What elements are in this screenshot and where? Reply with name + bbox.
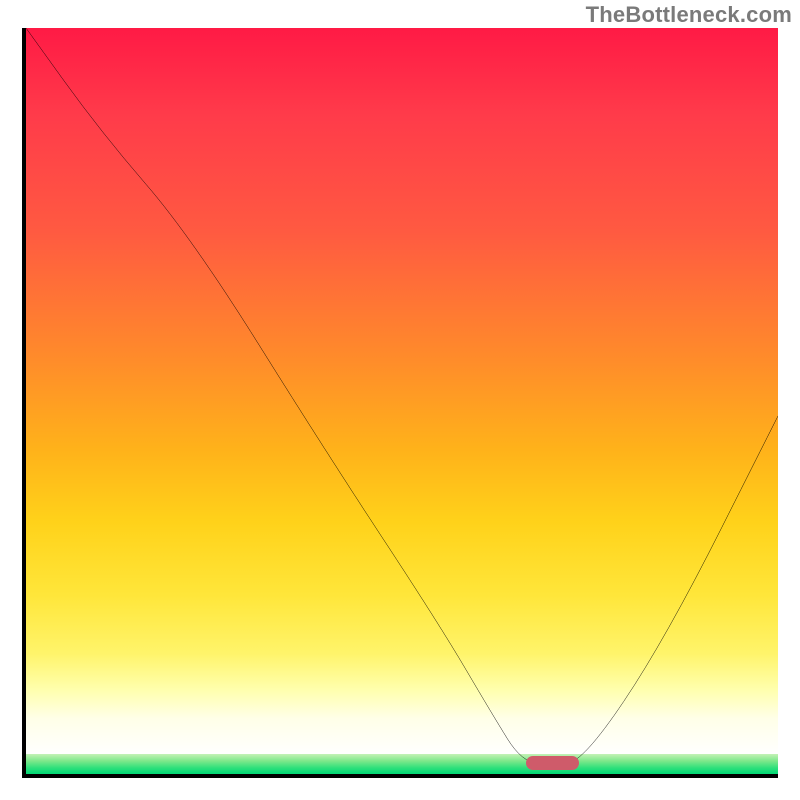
bottleneck-curve: [26, 28, 778, 774]
plot-inner: [26, 28, 778, 774]
optimum-marker: [526, 756, 579, 770]
chart-frame: TheBottleneck.com: [0, 0, 800, 800]
plot-area: [22, 28, 778, 778]
curve-path: [26, 28, 778, 763]
watermark-label: TheBottleneck.com: [586, 2, 792, 28]
